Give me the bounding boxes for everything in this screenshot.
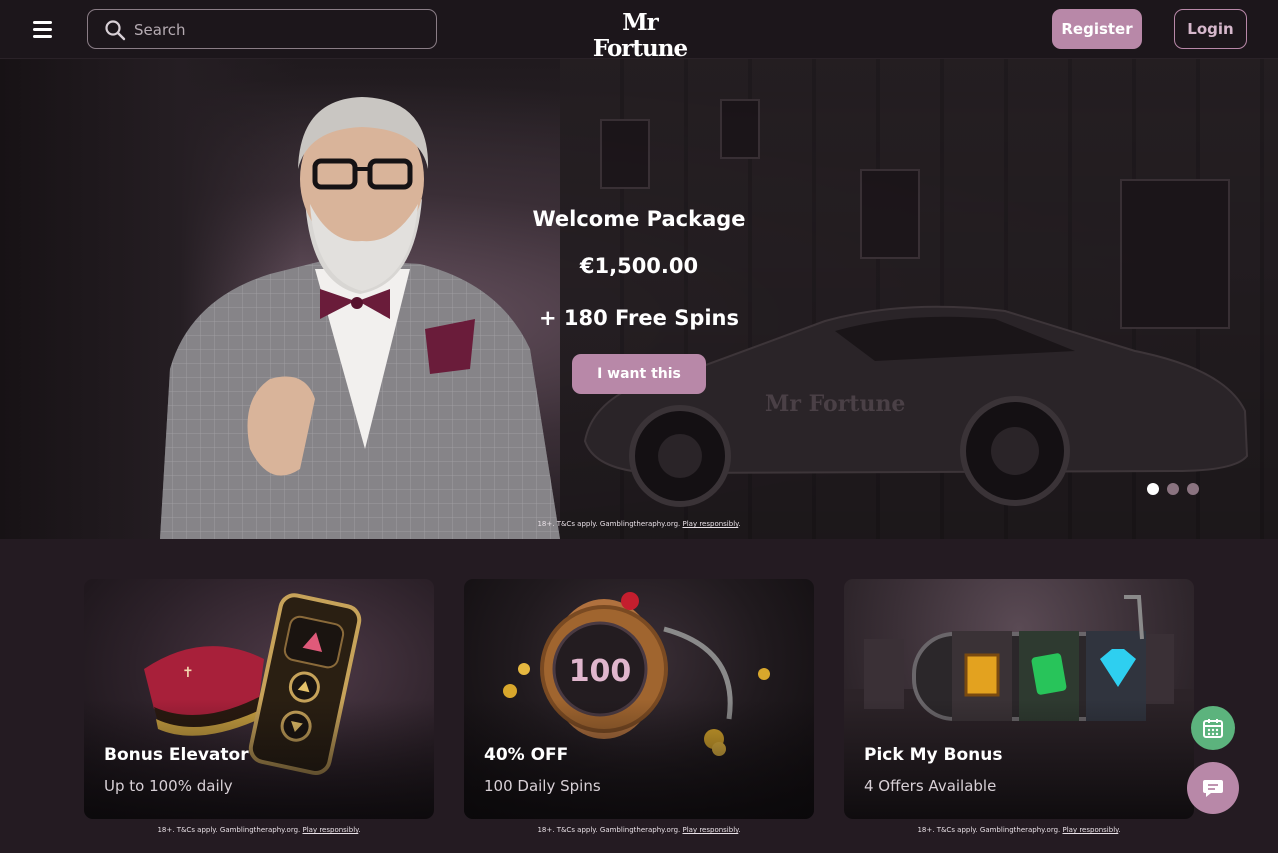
card-subtitle: 4 Offers Available bbox=[864, 777, 997, 795]
menu-bar bbox=[33, 21, 52, 24]
card-terms-text: 18+. T&Cs apply. Gamblingtheraphy.org. bbox=[157, 826, 301, 834]
search-box[interactable] bbox=[87, 9, 437, 49]
card-title: Bonus Elevator bbox=[104, 745, 249, 765]
promo-card-40-off[interactable]: 100 40% OFF 100 Daily Spins bbox=[464, 579, 814, 819]
terms-period: . bbox=[738, 520, 741, 528]
card-title: 40% OFF bbox=[484, 745, 569, 765]
hero-free-spins: + 180 Free Spins bbox=[538, 306, 739, 330]
i-want-this-button[interactable]: I want this bbox=[572, 354, 706, 394]
hero-terms: 18+. T&Cs apply. Gamblingtheraphy.org. P… bbox=[0, 520, 1278, 528]
carousel-dot-1[interactable] bbox=[1147, 483, 1159, 495]
card-terms-text: 18+. T&Cs apply. Gamblingtheraphy.org. bbox=[917, 826, 1061, 834]
play-responsibly-link[interactable]: Play responsibly bbox=[1063, 826, 1119, 834]
search-icon bbox=[105, 20, 126, 41]
building-window bbox=[860, 169, 920, 259]
search-input[interactable] bbox=[134, 16, 424, 44]
terms-period: . bbox=[1118, 826, 1121, 834]
hero-title: Welcome Package bbox=[532, 207, 746, 231]
chat-button[interactable] bbox=[1187, 762, 1239, 814]
terms-period: . bbox=[738, 826, 741, 834]
top-header: Mr Fortune casino Register Login bbox=[0, 0, 1278, 73]
calendar-icon bbox=[1203, 719, 1223, 738]
chat-icon bbox=[1203, 780, 1223, 797]
menu-bar bbox=[33, 35, 52, 38]
brand-logo[interactable]: Mr Fortune casino bbox=[579, 10, 701, 73]
card-badge-100: 100 bbox=[569, 654, 632, 689]
card-terms: 18+. T&Cs apply. Gamblingtheraphy.org. P… bbox=[844, 826, 1194, 834]
promo-card-bonus-elevator[interactable]: ✝ Bonus Elevator Up to 100% daily bbox=[84, 579, 434, 819]
card-terms: 18+. T&Cs apply. Gamblingtheraphy.org. P… bbox=[84, 826, 434, 834]
card-subtitle: Up to 100% daily bbox=[104, 777, 233, 795]
card-terms-text: 18+. T&Cs apply. Gamblingtheraphy.org. bbox=[537, 826, 681, 834]
svg-text:Mr Fortune: Mr Fortune bbox=[765, 391, 905, 417]
terms-period: . bbox=[358, 826, 361, 834]
play-responsibly-link[interactable]: Play responsibly bbox=[683, 826, 739, 834]
play-responsibly-link[interactable]: Play responsibly bbox=[303, 826, 359, 834]
carousel-pagination bbox=[1146, 483, 1206, 497]
carousel-dot-2[interactable] bbox=[1167, 483, 1179, 495]
login-button[interactable]: Login bbox=[1174, 9, 1247, 49]
svg-text:✝: ✝ bbox=[182, 665, 194, 681]
menu-bar bbox=[33, 28, 52, 31]
register-button[interactable]: Register bbox=[1052, 9, 1142, 49]
card-title: Pick My Bonus bbox=[864, 745, 1003, 765]
promotions-section: ✝ Bonus Elevator Up to 100% daily 18+. T… bbox=[0, 539, 1278, 853]
promo-card-pick-my-bonus[interactable]: Pick My Bonus 4 Offers Available bbox=[844, 579, 1194, 819]
logo-wordmark: Mr Fortune bbox=[592, 9, 688, 62]
play-responsibly-link[interactable]: Play responsibly bbox=[683, 520, 739, 528]
card-terms: 18+. T&Cs apply. Gamblingtheraphy.org. P… bbox=[464, 826, 814, 834]
hamburger-menu-icon[interactable] bbox=[28, 16, 58, 42]
calendar-button[interactable] bbox=[1191, 706, 1235, 750]
hero-terms-text: 18+. T&Cs apply. Gamblingtheraphy.org. bbox=[537, 520, 681, 528]
carousel-dot-3[interactable] bbox=[1187, 483, 1199, 495]
building-window bbox=[600, 119, 650, 189]
hero-banner: Mr Fortune Welcome Package €1,500.00 + 1… bbox=[0, 59, 1278, 539]
hero-promo-content: Welcome Package €1,500.00 + 180 Free Spi… bbox=[489, 199, 789, 394]
hero-bonus-amount: €1,500.00 bbox=[579, 254, 699, 278]
building-window bbox=[720, 99, 760, 159]
card-subtitle: 100 Daily Spins bbox=[484, 777, 601, 795]
